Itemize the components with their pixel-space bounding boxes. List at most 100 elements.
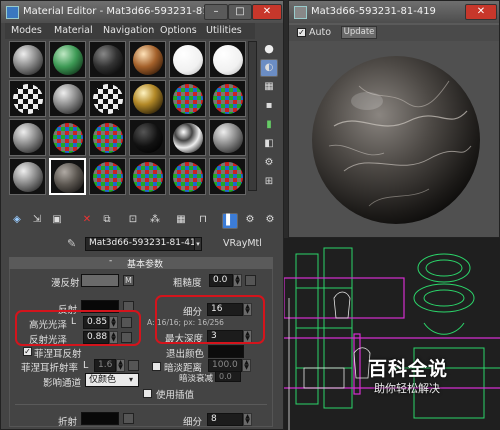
fresnel-ior-field[interactable]: 1.6 <box>94 359 116 372</box>
slot-scrollbar[interactable] <box>248 41 257 191</box>
assign-icon: ▣ <box>52 214 62 225</box>
sample-slot[interactable] <box>129 41 166 78</box>
menu-navigation[interactable]: Navigation <box>103 25 154 36</box>
sample-slot[interactable] <box>169 119 206 156</box>
go-forward-to-sibling-button[interactable]: ⚙ <box>242 213 258 229</box>
fresnel-ior-map-button[interactable] <box>128 360 139 371</box>
sample-slot[interactable] <box>209 119 246 156</box>
dim-distance-checkbox[interactable] <box>152 362 161 371</box>
sample-type-button[interactable]: ● <box>260 41 278 59</box>
auto-update-checkbox[interactable]: ✓ <box>297 28 306 37</box>
assign-to-selection-button[interactable]: ▣ <box>49 213 65 229</box>
menu-modes[interactable]: Modes <box>11 25 42 36</box>
sample-slot[interactable] <box>89 80 126 117</box>
preview-close-button[interactable]: ✕ <box>465 4 497 20</box>
sample-slot[interactable] <box>209 41 246 78</box>
options-button[interactable]: ⚙ <box>260 155 278 173</box>
rgb-checker-sphere-icon <box>173 162 203 192</box>
make-unique-button[interactable]: ⧉ <box>99 213 115 229</box>
sample-slot[interactable] <box>89 119 126 156</box>
put-to-scene-icon: ⇲ <box>32 214 42 225</box>
refract-subdivs-spinner[interactable]: ▲ ▼ <box>243 413 252 426</box>
use-interpolation-checkbox[interactable] <box>143 389 152 398</box>
sample-slot[interactable] <box>169 158 206 195</box>
exit-color-label: 退出颜色 <box>166 349 205 360</box>
close-button[interactable]: ✕ <box>252 4 282 20</box>
rollout-header[interactable]: - 基本参数 <box>9 256 273 270</box>
sample-slot[interactable] <box>9 158 46 195</box>
show-map-in-viewport-button[interactable]: ▦ <box>173 213 189 229</box>
sample-slot[interactable] <box>49 119 86 156</box>
sample-slot[interactable] <box>129 158 166 195</box>
copper-sphere-icon <box>133 45 163 75</box>
select-by-material-button[interactable]: ⊞ <box>260 174 278 192</box>
sample-slot[interactable] <box>129 119 166 156</box>
roughness-field[interactable]: 0.0 <box>209 274 233 287</box>
sample-slot[interactable] <box>209 80 246 117</box>
preview-app-icon <box>294 6 307 19</box>
sample-slot[interactable] <box>129 80 166 117</box>
sample-slot[interactable] <box>49 158 86 195</box>
watermark: 百科全说 助你轻松解决 <box>364 354 468 404</box>
sample-slot-grid <box>9 41 253 195</box>
pick-material-button[interactable]: ⚙ <box>262 213 278 229</box>
dim-falloff-field[interactable]: 0.0 <box>215 371 241 382</box>
checkmark-icon: ✓ <box>24 347 31 356</box>
refract-map-button[interactable] <box>123 413 134 424</box>
3d-viewport[interactable]: 百科全说 助你轻松解决 <box>284 238 500 430</box>
material-name-dropdown-button[interactable]: ▾ <box>194 237 202 251</box>
background-button[interactable]: ▦ <box>260 79 278 97</box>
affect-channels-arrow[interactable]: ▾ <box>129 375 133 384</box>
refract-color-swatch[interactable] <box>81 412 119 425</box>
maximize-button[interactable]: □ <box>228 4 252 20</box>
get-material-button[interactable]: ◈ <box>9 213 25 229</box>
reset-map-button[interactable]: ✕ <box>79 213 95 229</box>
backlight-button[interactable]: ◐ <box>260 59 278 77</box>
material-name-field[interactable]: Mat3d66-593231-81-419 <box>85 237 195 251</box>
rgb-checker-sphere-icon <box>133 162 163 192</box>
sample-slot[interactable] <box>209 158 246 195</box>
fresnel-ior-spinner[interactable]: ▲ ▼ <box>116 359 125 372</box>
menu-material[interactable]: Material <box>54 25 93 36</box>
preview-titlebar[interactable]: Mat3d66-593231-81-419 ✕ <box>289 1 499 23</box>
uv-tiling-button[interactable]: ▪ <box>260 98 278 116</box>
grey-sphere-icon <box>13 162 43 192</box>
roughness-map-button[interactable] <box>245 275 256 286</box>
show-end-result-button[interactable]: ⊓ <box>195 213 211 229</box>
minimize-button[interactable]: – <box>204 4 228 20</box>
sample-slot[interactable] <box>49 41 86 78</box>
refract-subdivs-field[interactable]: 8 <box>207 413 243 426</box>
sample-slot[interactable] <box>89 41 126 78</box>
material-type-button[interactable]: VRayMtl <box>223 238 262 249</box>
put-to-library-button[interactable]: ⊡ <box>125 213 141 229</box>
sample-slot[interactable] <box>89 158 126 195</box>
eyedropper-icon[interactable]: ✎ <box>67 237 76 250</box>
diffuse-color-swatch[interactable] <box>81 274 119 287</box>
menu-options[interactable]: Options <box>160 25 197 36</box>
roughness-spinner[interactable]: ▲ ▼ <box>233 274 242 287</box>
sphere-icon: ● <box>264 42 274 55</box>
sample-slot[interactable] <box>9 119 46 156</box>
update-button[interactable]: Update <box>341 26 377 39</box>
dim-falloff-label: 暗淡衰减 <box>179 374 214 384</box>
dim-distance-spinner[interactable]: ▲ ▼ <box>242 359 251 372</box>
rollout-minus-icon: - <box>109 256 113 266</box>
sample-slot[interactable] <box>169 41 206 78</box>
fresnel-ior-lock-button[interactable]: L <box>83 360 88 371</box>
sample-slot[interactable] <box>49 80 86 117</box>
sample-slot[interactable] <box>9 80 46 117</box>
video-color-check-button[interactable]: ▮ <box>260 117 278 135</box>
make-preview-button[interactable]: ◧ <box>260 136 278 154</box>
exit-color-swatch[interactable] <box>208 345 244 358</box>
put-to-scene-button[interactable]: ⇲ <box>29 213 45 229</box>
sample-slot[interactable] <box>9 41 46 78</box>
menu-utilities[interactable]: Utilities <box>206 25 242 36</box>
fresnel-checkbox[interactable]: ✓ <box>23 347 32 356</box>
sample-slot[interactable] <box>169 80 206 117</box>
go-to-parent-button[interactable]: ▌ <box>222 213 238 229</box>
diffuse-map-button[interactable]: M <box>123 275 134 286</box>
auto-update-label: Auto <box>309 27 332 38</box>
material-id-channel-button[interactable]: ⁂ <box>147 213 163 229</box>
chrome-sphere-icon <box>173 123 203 153</box>
editor-titlebar[interactable]: Material Editor - Mat3d66-593231-81-419 … <box>1 1 283 23</box>
